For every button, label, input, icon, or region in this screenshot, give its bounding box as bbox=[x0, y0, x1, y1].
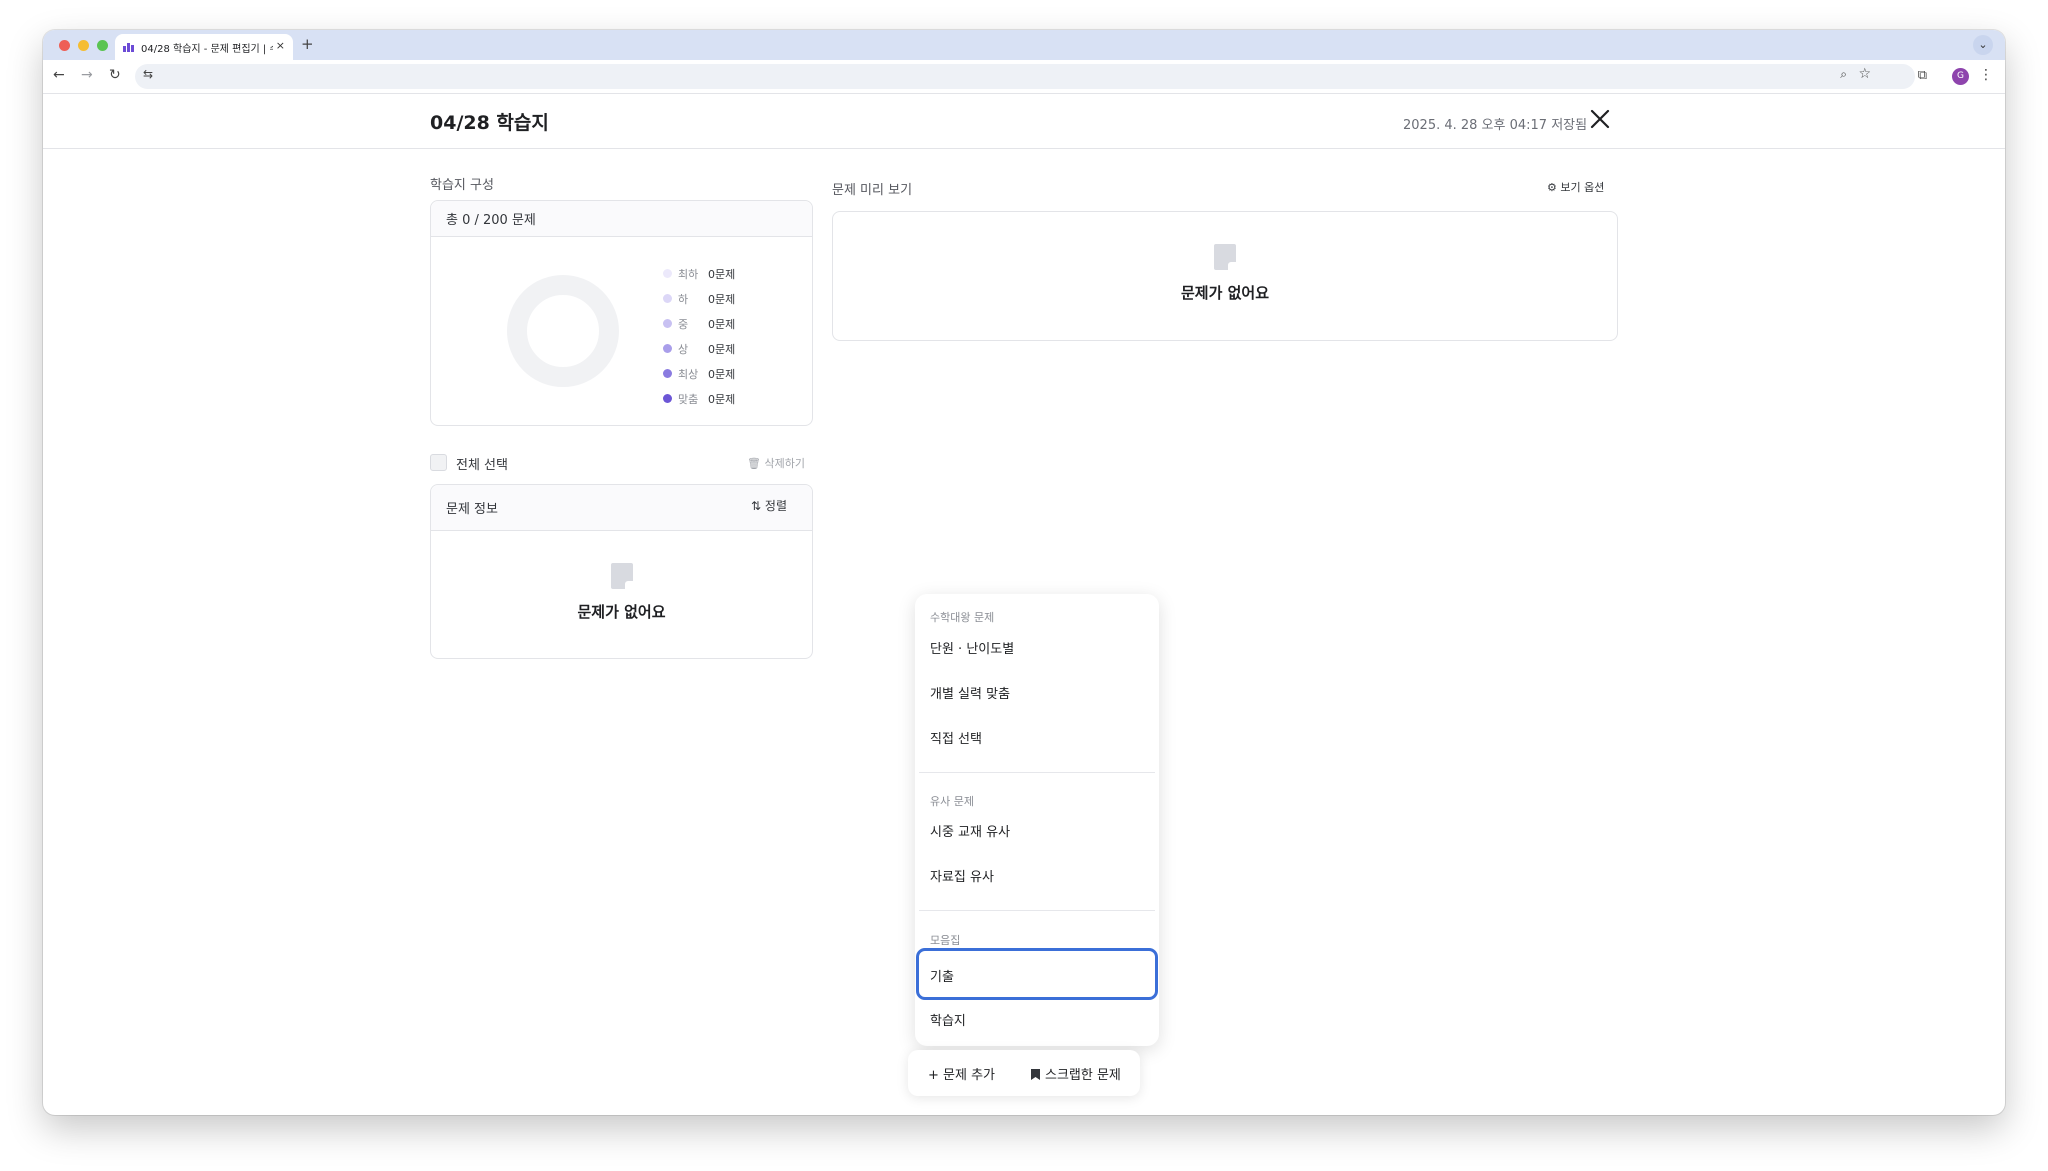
scrapped-problems-button[interactable]: 스크랩한 문제 bbox=[1030, 1064, 1121, 1083]
preview-card: 문제가 없어요 bbox=[832, 211, 1618, 341]
legend-label: 하 bbox=[678, 292, 689, 306]
legend-item: 최하 0문제 bbox=[663, 261, 735, 286]
preview-empty-state: 문제가 없어요 bbox=[833, 212, 1617, 303]
reload-icon[interactable]: ↻ bbox=[109, 67, 121, 83]
close-icon[interactable] bbox=[1587, 106, 1613, 132]
site-info-icon[interactable]: ⇆ bbox=[143, 67, 153, 81]
total-count: 총 0 / 200 문제 bbox=[431, 201, 812, 237]
site-favicon-icon bbox=[123, 42, 135, 52]
problem-info-header: 문제 정보 ⇅ 정렬 bbox=[431, 485, 812, 531]
menu-item-direct-select[interactable]: 직접 선택 bbox=[930, 728, 982, 747]
problem-list-empty-state: 문제가 없어요 bbox=[431, 531, 812, 622]
legend-dot-icon bbox=[663, 319, 672, 328]
browser-toolbar: ← → ↻ ⇆ ⌕ ☆ ⧉ G ⋮ bbox=[43, 60, 2005, 94]
empty-message: 문제가 없어요 bbox=[1180, 284, 1270, 302]
minimize-window-button[interactable] bbox=[78, 40, 89, 51]
menu-item-worksheet[interactable]: 학습지 bbox=[930, 1010, 966, 1029]
legend-count: 0문제 bbox=[708, 267, 736, 281]
saved-status: 2025. 4. 28 오후 04:17 저장됨 bbox=[1403, 118, 1588, 133]
empty-message: 문제가 없어요 bbox=[577, 603, 666, 621]
menu-item-unit-difficulty[interactable]: 단원 · 난이도별 bbox=[930, 638, 1014, 657]
menu-item-individual-fit[interactable]: 개별 실력 맞춤 bbox=[930, 683, 1010, 702]
legend-item: 하 0문제 bbox=[663, 286, 735, 311]
legend-label: 최하 bbox=[678, 267, 699, 281]
legend-count: 0문제 bbox=[708, 392, 736, 406]
menu-group-label: 유사 문제 bbox=[930, 795, 974, 808]
add-problem-button[interactable]: + 문제 추가 bbox=[928, 1064, 995, 1083]
composition-card: 총 0 / 200 문제 최하 0문제 하 0문제 중 0문제 상 0문제 최상 0문제 맞춤 0문제 bbox=[430, 200, 813, 426]
browser-window: 04/28 학습지 - 문제 편집기 | 수학 × + ⌄ ← → ↻ ⇆ ⌕ … bbox=[43, 30, 2005, 1115]
maximize-window-button[interactable] bbox=[97, 40, 108, 51]
legend-item: 중 0문제 bbox=[663, 311, 735, 336]
legend-dot-icon bbox=[663, 394, 672, 403]
menu-group-label: 모음집 bbox=[930, 934, 961, 947]
bookmark-icon bbox=[1031, 1069, 1040, 1080]
tab-strip: 04/28 학습지 - 문제 편집기 | 수학 × + ⌄ bbox=[43, 30, 2005, 60]
sort-button[interactable]: ⇅ 정렬 bbox=[751, 497, 787, 514]
browser-menu-icon[interactable]: ⋮ bbox=[1979, 67, 1993, 83]
empty-document-icon bbox=[1214, 244, 1236, 270]
select-all-label[interactable]: 전체 선택 bbox=[456, 454, 508, 473]
legend-count: 0문제 bbox=[708, 367, 736, 381]
preview-label: 문제 미리 보기 bbox=[832, 183, 913, 198]
legend-count: 0문제 bbox=[708, 292, 736, 306]
page-header: 04/28 학습지 2025. 4. 28 오후 04:17 저장됨 bbox=[43, 94, 2005, 149]
legend-dot-icon bbox=[663, 269, 672, 278]
select-all-checkbox[interactable] bbox=[430, 454, 447, 471]
new-tab-button[interactable]: + bbox=[301, 35, 314, 53]
legend-item: 상 0문제 bbox=[663, 336, 735, 361]
browser-tab[interactable]: 04/28 학습지 - 문제 편집기 | 수학 × bbox=[115, 34, 293, 60]
forward-icon[interactable]: → bbox=[81, 67, 93, 83]
menu-divider bbox=[919, 772, 1155, 773]
legend-dot-icon bbox=[663, 294, 672, 303]
menu-group-label: 수학대왕 문제 bbox=[930, 611, 995, 624]
legend-label: 중 bbox=[678, 317, 689, 331]
legend-item: 맞춤 0문제 bbox=[663, 386, 735, 411]
legend-label: 최상 bbox=[678, 367, 699, 381]
legend-dot-icon bbox=[663, 369, 672, 378]
tab-title: 04/28 학습지 - 문제 편집기 | 수학 bbox=[141, 43, 273, 55]
menu-item-material-similar[interactable]: 자료집 유사 bbox=[930, 866, 994, 885]
composition-label: 학습지 구성 bbox=[430, 178, 494, 193]
window-controls bbox=[59, 40, 108, 51]
zoom-icon[interactable]: ⌕ bbox=[1840, 67, 1847, 82]
menu-item-textbook-similar[interactable]: 시중 교재 유사 bbox=[930, 821, 1010, 840]
delete-button[interactable]: 🗑 삭제하기 bbox=[747, 455, 805, 471]
legend-item: 최상 0문제 bbox=[663, 361, 735, 386]
add-problem-menu: 수학대왕 문제 단원 · 난이도별 개별 실력 맞춤 직접 선택 유사 문제 시… bbox=[915, 594, 1159, 1046]
difficulty-donut-chart bbox=[507, 275, 619, 387]
problem-info-card: 문제 정보 ⇅ 정렬 문제가 없어요 bbox=[430, 484, 813, 659]
extensions-icon[interactable]: ⧉ bbox=[1918, 68, 1927, 83]
legend-label: 상 bbox=[678, 342, 689, 356]
legend-count: 0문제 bbox=[708, 317, 736, 331]
legend-count: 0문제 bbox=[708, 342, 736, 356]
bottom-action-bar: + 문제 추가 스크랩한 문제 bbox=[908, 1050, 1140, 1096]
view-options-button[interactable]: ⚙ 보기 옵션 bbox=[1547, 179, 1604, 195]
address-bar[interactable]: ⇆ ⌕ ☆ bbox=[135, 64, 1915, 89]
empty-document-icon bbox=[610, 563, 633, 589]
profile-avatar[interactable]: G bbox=[1952, 68, 1969, 85]
legend-dot-icon bbox=[663, 344, 672, 353]
menu-divider bbox=[919, 910, 1155, 911]
page-title: 04/28 학습지 bbox=[430, 112, 549, 134]
tab-close-icon[interactable]: × bbox=[276, 39, 285, 52]
back-icon[interactable]: ← bbox=[53, 67, 65, 83]
close-window-button[interactable] bbox=[59, 40, 70, 51]
tab-search-icon[interactable]: ⌄ bbox=[1973, 35, 1993, 55]
legend-label: 맞춤 bbox=[678, 392, 699, 406]
bookmark-star-icon[interactable]: ☆ bbox=[1858, 66, 1871, 82]
difficulty-legend: 최하 0문제 하 0문제 중 0문제 상 0문제 최상 0문제 맞춤 0문제 bbox=[663, 261, 735, 411]
menu-item-past-exam[interactable]: 기출 bbox=[930, 966, 954, 985]
